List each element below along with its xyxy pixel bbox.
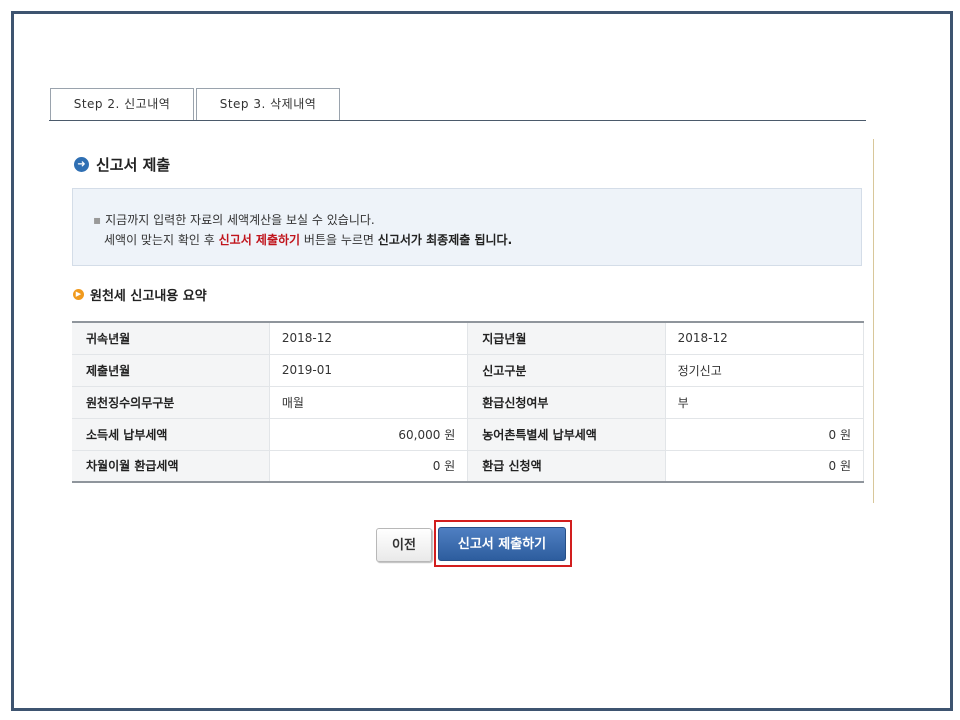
step-tabs: Step 2. 신고내역 Step 3. 삭제내역 — [50, 88, 866, 121]
notice-box: ▪ 지금까지 입력한 자료의 세액계산을 보실 수 있습니다. 세액이 맞는지 확… — [72, 188, 862, 266]
row-label: 제출년월 — [72, 354, 270, 387]
submit-return-button[interactable]: 신고서 제출하기 — [438, 527, 566, 561]
row-label: 소득세 납부세액 — [72, 418, 270, 451]
row-label: 지급년월 — [467, 322, 666, 355]
table-row: 제출년월 2019-01 신고구분 정기신고 — [72, 354, 865, 387]
arrow-circle-icon: ➜ — [74, 156, 89, 172]
table-row: 소득세 납부세액 60,000 원 농어촌특별세 납부세액 0 원 — [72, 418, 865, 451]
table-row: 귀속년월 2018-12 지급년월 2018-12 — [72, 322, 865, 355]
summary-heading: ▶ 원천세 신고내용 요약 — [73, 286, 207, 304]
tab-step2[interactable]: Step 2. 신고내역 — [50, 88, 194, 120]
row-value: 0 원 — [664, 418, 865, 451]
orange-arrow-icon: ▶ — [73, 288, 84, 300]
row-label: 환급신청여부 — [467, 386, 666, 419]
notice-text-2b: 버튼을 누르면 — [300, 233, 378, 247]
row-label: 차월이월 환급세액 — [72, 450, 270, 483]
table-row: 원천징수의무구분 매월 환급신청여부 부 — [72, 386, 865, 419]
notice-text-2a: 세액이 맞는지 확인 후 — [104, 233, 219, 247]
section-heading: ➜ 신고서 제출 — [74, 154, 170, 174]
row-value: 2018-12 — [664, 322, 865, 355]
row-value: 0 원 — [268, 450, 469, 483]
row-value: 2018-12 — [268, 322, 469, 355]
content-right-border — [873, 139, 874, 503]
row-value: 0 원 — [664, 450, 865, 483]
row-label: 환급 신청액 — [467, 450, 666, 483]
notice-text-1: 지금까지 입력한 자료의 세액계산을 보실 수 있습니다. — [105, 213, 375, 227]
notice-submit-highlight: 신고서 제출하기 — [218, 233, 301, 247]
row-label: 신고구분 — [467, 354, 666, 387]
summary-title: 원천세 신고내용 요약 — [90, 288, 207, 304]
bullet-icon: ▪ — [93, 213, 102, 227]
section-title: 신고서 제출 — [96, 155, 171, 174]
row-value: 매월 — [268, 386, 469, 419]
prev-button[interactable]: 이전 — [376, 528, 432, 562]
summary-table: 귀속년월 2018-12 지급년월 2018-12 제출년월 2019-01 신… — [72, 321, 865, 483]
notice-line-1: ▪ 지금까지 입력한 자료의 세액계산을 보실 수 있습니다. — [93, 211, 375, 228]
notice-final-text: 신고서가 최종제출 됩니다. — [377, 233, 513, 247]
tabs-divider — [49, 120, 866, 121]
row-value: 60,000 원 — [268, 418, 469, 451]
row-label: 농어촌특별세 납부세액 — [467, 418, 666, 451]
tab-step3[interactable]: Step 3. 삭제내역 — [196, 88, 340, 120]
notice-line-2: 세액이 맞는지 확인 후 신고서 제출하기 버튼을 누르면 신고서가 최종제출 … — [104, 231, 512, 248]
row-label: 귀속년월 — [72, 322, 270, 355]
row-value: 2019-01 — [268, 354, 469, 387]
row-label: 원천징수의무구분 — [72, 386, 270, 419]
row-value: 부 — [664, 386, 865, 419]
row-value: 정기신고 — [664, 354, 865, 387]
table-row: 차월이월 환급세액 0 원 환급 신청액 0 원 — [72, 450, 865, 483]
